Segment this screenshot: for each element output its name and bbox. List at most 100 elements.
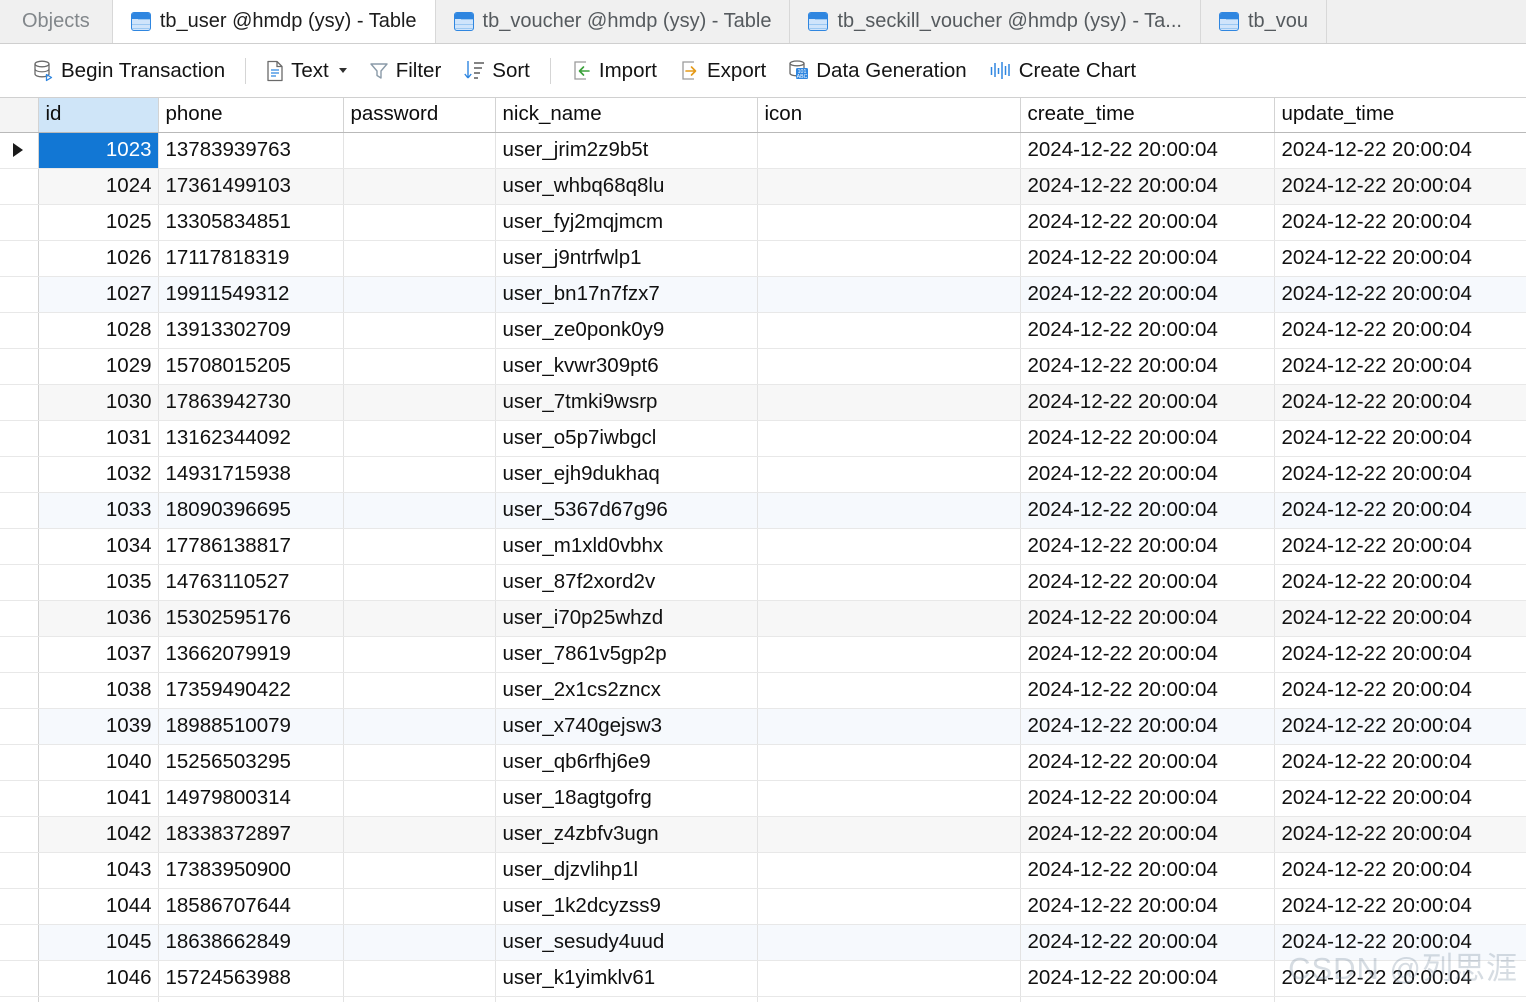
table-row[interactable]: 1044 18586707644 user_1k2dcyzss9 2024-12-22… [0, 888, 1526, 925]
cell-icon[interactable] [757, 960, 1021, 997]
cell-id[interactable]: 1037 [38, 636, 159, 673]
cell-phone[interactable]: 18090396695 [158, 492, 344, 529]
cell-nick_name[interactable]: user_k1yimklv61 [495, 960, 758, 997]
row-gutter[interactable] [0, 312, 39, 349]
cell-nick_name[interactable]: user_ejh9dukhaq [495, 456, 758, 493]
cell-create_time[interactable]: 2024-12-22 20:00:04 [1020, 492, 1275, 529]
cell-icon[interactable] [757, 456, 1021, 493]
cell-create_time[interactable]: 2024-12-22 20:00:04 [1020, 600, 1275, 637]
cell-password[interactable] [343, 132, 496, 169]
cell-id[interactable]: 1036 [38, 600, 159, 637]
cell-icon[interactable] [757, 132, 1021, 169]
tab-4[interactable]: tb_vou [1200, 0, 1328, 43]
cell-icon[interactable] [757, 600, 1021, 637]
cell-update_time[interactable]: 2024-12-22 20:00:04 [1274, 636, 1526, 673]
row-gutter[interactable] [0, 600, 39, 637]
cell-phone[interactable]: 17383950900 [158, 852, 344, 889]
column-header-nick_name[interactable]: nick_name [495, 98, 758, 133]
cell-create_time[interactable]: 2024-12-22 20:00:04 [1020, 384, 1275, 421]
cell-id[interactable]: 1029 [38, 348, 159, 385]
table-row[interactable]: 1039 18988510079 user_x740gejsw3 2024-12-22… [0, 708, 1526, 745]
column-header-id[interactable]: id [38, 98, 159, 133]
table-row[interactable]: 1042 18338372897 user_z4zbfv3ugn 2024-12-22… [0, 816, 1526, 853]
cell-phone[interactable]: 17863942730 [158, 384, 344, 421]
cell-create_time[interactable]: 2024-12-22 20:00:04 [1020, 420, 1275, 457]
table-row-empty[interactable] [0, 996, 1526, 1002]
table-row[interactable]: 1040 15256503295 user_qb6rfhj6e9 2024-12-22… [0, 744, 1526, 781]
cell-phone[interactable]: 18638662849 [158, 924, 344, 961]
cell-create_time[interactable]: 2024-12-22 20:00:04 [1020, 888, 1275, 925]
cell-nick_name[interactable]: user_bn17n7fzx7 [495, 276, 758, 313]
table-row[interactable]: 1036 15302595176 user_i70p25whzd 2024-12-22… [0, 600, 1526, 637]
row-gutter[interactable] [0, 420, 39, 457]
cell-update_time[interactable]: 2024-12-22 20:00:04 [1274, 240, 1526, 277]
cell-create_time[interactable]: 2024-12-22 20:00:04 [1020, 528, 1275, 565]
cell-nick_name[interactable]: user_7tmki9wsrp [495, 384, 758, 421]
cell-update_time[interactable]: 2024-12-22 20:00:04 [1274, 420, 1526, 457]
cell-password[interactable] [343, 780, 496, 817]
cell-nick_name[interactable]: user_87f2xord2v [495, 564, 758, 601]
cell-update_time[interactable]: 2024-12-22 20:00:04 [1274, 564, 1526, 601]
cell-update_time[interactable]: 2024-12-22 20:00:04 [1274, 348, 1526, 385]
row-gutter[interactable] [0, 492, 39, 529]
row-gutter[interactable] [0, 960, 39, 997]
cell-icon[interactable] [757, 564, 1021, 601]
table-row[interactable]: 1041 14979800314 user_18agtgofrg 2024-12-22… [0, 780, 1526, 817]
cell-nick_name[interactable]: user_1k2dcyzss9 [495, 888, 758, 925]
import-button[interactable]: Import [560, 55, 668, 87]
cell-icon[interactable] [757, 744, 1021, 781]
cell-create_time[interactable]: 2024-12-22 20:00:04 [1020, 132, 1275, 169]
cell-phone[interactable]: 17117818319 [158, 240, 344, 277]
cell-phone[interactable]: 18586707644 [158, 888, 344, 925]
cell-create_time[interactable]: 2024-12-22 20:00:04 [1020, 276, 1275, 313]
row-gutter[interactable] [0, 744, 39, 781]
cell-update_time[interactable]: 2024-12-22 20:00:04 [1274, 888, 1526, 925]
column-header-phone[interactable]: phone [158, 98, 344, 133]
cell-icon[interactable] [757, 528, 1021, 565]
cell-icon[interactable] [757, 312, 1021, 349]
cell-password[interactable] [343, 276, 496, 313]
cell-update_time[interactable]: 2024-12-22 20:00:04 [1274, 816, 1526, 853]
table-row[interactable]: 1035 14763110527 user_87f2xord2v 2024-12-22… [0, 564, 1526, 601]
cell-icon[interactable] [757, 780, 1021, 817]
cell-icon[interactable] [757, 168, 1021, 205]
row-gutter[interactable] [0, 852, 39, 889]
table-row[interactable]: 1029 15708015205 user_kvwr309pt6 2024-12-22… [0, 348, 1526, 385]
cell-create_time[interactable]: 2024-12-22 20:00:04 [1020, 564, 1275, 601]
cell-create_time[interactable]: 2024-12-22 20:00:04 [1020, 780, 1275, 817]
cell-create_time[interactable]: 2024-12-22 20:00:04 [1020, 456, 1275, 493]
cell-phone[interactable]: 13305834851 [158, 204, 344, 241]
cell-update_time[interactable]: 2024-12-22 20:00:04 [1274, 672, 1526, 709]
cell-update_time[interactable]: 2024-12-22 20:00:04 [1274, 276, 1526, 313]
sort-button[interactable]: Sort [452, 55, 541, 87]
table-row[interactable]: 1025 13305834851 user_fyj2mqjmcm 2024-12-22… [0, 204, 1526, 241]
cell-icon[interactable] [757, 348, 1021, 385]
cell-create_time[interactable]: 2024-12-22 20:00:04 [1020, 348, 1275, 385]
cell-create_time[interactable]: 2024-12-22 20:00:04 [1020, 924, 1275, 961]
cell-phone[interactable]: 13783939763 [158, 132, 344, 169]
cell-id[interactable]: 1027 [38, 276, 159, 313]
cell-nick_name[interactable]: user_18agtgofrg [495, 780, 758, 817]
cell-id[interactable]: 1042 [38, 816, 159, 853]
cell-update_time[interactable]: 2024-12-22 20:00:04 [1274, 852, 1526, 889]
cell-id[interactable]: 1024 [38, 168, 159, 205]
table-row[interactable]: 1034 17786138817 user_m1xld0vbhx 2024-12-22… [0, 528, 1526, 565]
cell-nick_name[interactable]: user_jrim2z9b5t [495, 132, 758, 169]
cell-update_time[interactable]: 2024-12-22 20:00:04 [1274, 960, 1526, 997]
cell-nick_name[interactable]: user_j9ntrfwlp1 [495, 240, 758, 277]
cell-nick_name[interactable]: user_kvwr309pt6 [495, 348, 758, 385]
cell-icon[interactable] [757, 708, 1021, 745]
table-row[interactable]: 1030 17863942730 user_7tmki9wsrp 2024-12-22… [0, 384, 1526, 421]
cell-password[interactable] [343, 744, 496, 781]
cell-phone[interactable]: 17359490422 [158, 672, 344, 709]
cell-update_time[interactable]: 2024-12-22 20:00:04 [1274, 492, 1526, 529]
cell-id[interactable]: 1030 [38, 384, 159, 421]
cell-create_time[interactable]: 2024-12-22 20:00:04 [1020, 240, 1275, 277]
cell-icon[interactable] [757, 492, 1021, 529]
cell-password[interactable] [343, 600, 496, 637]
table-row[interactable]: 1033 18090396695 user_5367d67g96 2024-12-22… [0, 492, 1526, 529]
row-gutter[interactable] [0, 888, 39, 925]
cell-update_time[interactable]: 2024-12-22 20:00:04 [1274, 168, 1526, 205]
cell-password[interactable] [343, 204, 496, 241]
table-row[interactable]: 1027 19911549312 user_bn17n7fzx7 2024-12-22… [0, 276, 1526, 313]
